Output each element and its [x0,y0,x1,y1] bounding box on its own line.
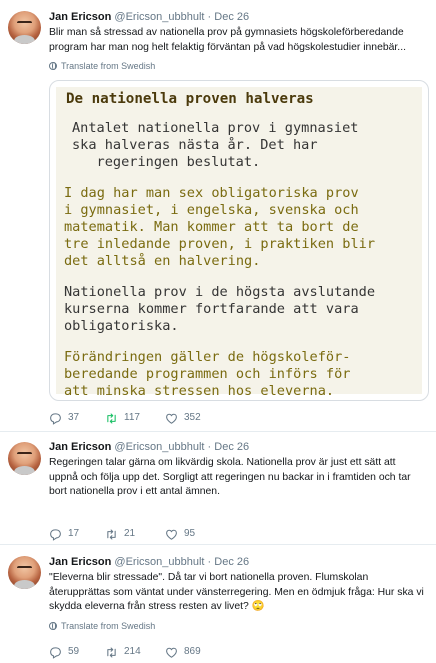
author-name[interactable]: Jan Ericson [49,441,111,453]
reply-icon [50,412,61,425]
separator: · [207,556,212,568]
avatar[interactable] [8,442,41,475]
separator: · [207,11,212,23]
retweet-icon [107,529,116,539]
like-button[interactable]: 869 [165,645,201,659]
translate-link[interactable]: Translate from Swedish [49,60,155,72]
clipping-title: De nationella proven halveras [66,91,314,107]
tweet-text-line: bort nationella prov i ett antal ämnen. [49,486,220,497]
clipping-line: Antalet nationella prov i gymnasiet [72,120,359,136]
clipping-line: obligatoriska. [64,318,179,334]
clipping-line: kurserna kommer fortfarande att vara [64,301,359,317]
tweet-date[interactable]: Dec 26 [214,11,249,23]
author-name[interactable]: Jan Ericson [49,11,111,23]
reply-icon [50,528,61,541]
retweet-icon [107,647,116,657]
reply-button[interactable]: 37 [49,411,79,425]
author-handle[interactable]: @Ericson_ubbhult [114,441,204,453]
retweet-count: 117 [124,412,140,423]
clipping-line: tre inledande proven, i praktiken blir [64,236,375,252]
tweet-text-line: program har man nog helt felaktig förvän… [49,41,406,53]
translate-link[interactable]: Translate from Swedish [49,620,155,632]
avatar[interactable] [8,556,41,589]
tweet-text: "Eleverna blir stressade". Då tar vi bor… [49,571,429,615]
clipping-line: beredande programmen och införs för [64,366,351,382]
tweet-text: Regeringen talar gärna om likvärdig skol… [49,456,429,500]
like-button[interactable]: 352 [165,411,201,425]
retweet-icon [107,413,116,423]
tweet-text-line: återupprättas som väntat under vänsterre… [49,586,424,598]
translate-label: Translate from Swedish [61,621,156,631]
like-count: 352 [184,412,201,423]
retweet-count: 214 [124,646,141,657]
tweet-header: Jan Ericson @Ericson_ubbhult · Dec 26 [49,555,249,569]
clipping-paragraph: I dag har man sex obligatoriska prov i g… [64,185,414,270]
clipping-line: Nationella prov i de högsta avslutande [64,284,375,300]
clipping-line: Förändringen gäller de högskoleför- [64,349,351,365]
newspaper-clipping: De nationella proven halveras Antalet na… [56,87,422,399]
clipping-paragraph: Antalet nationella prov i gymnasiet ska … [64,120,414,171]
retweet-button[interactable]: 214 [105,645,141,659]
like-count: 95 [184,528,196,539]
retweet-button[interactable]: 21 [105,527,135,541]
reply-count: 59 [68,646,80,657]
globe-icon [49,62,57,70]
clipping-line: matematik. Man kommer att ta bort de [64,219,359,235]
tweet[interactable]: Jan Ericson @Ericson_ubbhult · Dec 26 "E… [0,545,436,663]
clipping-line: att minska stressen hos eleverna. [64,383,335,399]
clipping-line: det alltså en halvering. [64,253,261,269]
globe-icon [49,622,57,630]
tweet-text-line: "Eleverna blir stressade". Då tar vi bor… [49,572,369,583]
separator: · [207,441,212,453]
reply-icon [50,646,61,659]
translate-label: Translate from Swedish [61,61,156,71]
tweet-header: Jan Ericson @Ericson_ubbhult · Dec 26 [49,10,249,24]
tweet-text-line: skydda eleverna från stress resten av li… [49,601,265,612]
like-icon [166,413,177,424]
clipping-line: regeringen beslutat. [72,154,261,170]
reply-button[interactable]: 59 [49,645,79,659]
clipping-line: ska halveras nästa år. Det har [72,137,318,153]
tweet-text: Blir man så stressad av nationella prov … [49,26,429,55]
retweet-button[interactable]: 117 [105,411,140,425]
clipping-paragraph: Förändringen gäller de högskoleför- bere… [64,349,414,400]
retweet-count: 21 [124,528,136,539]
like-icon [166,529,177,540]
tweet-header: Jan Ericson @Ericson_ubbhult · Dec 26 [49,440,249,454]
avatar[interactable] [8,11,41,44]
tweet-date[interactable]: Dec 26 [214,556,249,568]
reply-count: 17 [68,528,80,539]
reply-button[interactable]: 17 [49,527,79,541]
clipping-line: i gymnasiet, i engelska, svenska och [64,202,359,218]
clipping-line: I dag har man sex obligatoriska prov [64,185,359,201]
reply-count: 37 [68,412,80,423]
tweet-text-line: Regeringen talar gärna om likvärdig skol… [49,457,396,468]
like-count: 869 [184,646,201,657]
tweet-text-line: uppnå och följa upp det. Sorgligt att re… [49,471,411,483]
author-handle[interactable]: @Ericson_ubbhult [114,556,204,568]
tweet-date[interactable]: Dec 26 [214,441,249,453]
author-name[interactable]: Jan Ericson [49,556,111,568]
tweet[interactable]: Jan Ericson @Ericson_ubbhult · Dec 26 Re… [0,432,436,545]
tweet[interactable]: Jan Ericson @Ericson_ubbhult · Dec 26 Bl… [0,0,436,432]
author-handle[interactable]: @Ericson_ubbhult [114,11,204,23]
like-button[interactable]: 95 [165,527,195,541]
tweet-text-line: Blir man så stressad av nationella prov … [49,27,404,38]
clipping-paragraph: Nationella prov i de högsta avslutande k… [64,284,414,335]
tweet-media-image[interactable]: De nationella proven halveras Antalet na… [49,80,429,401]
like-icon [166,647,177,658]
